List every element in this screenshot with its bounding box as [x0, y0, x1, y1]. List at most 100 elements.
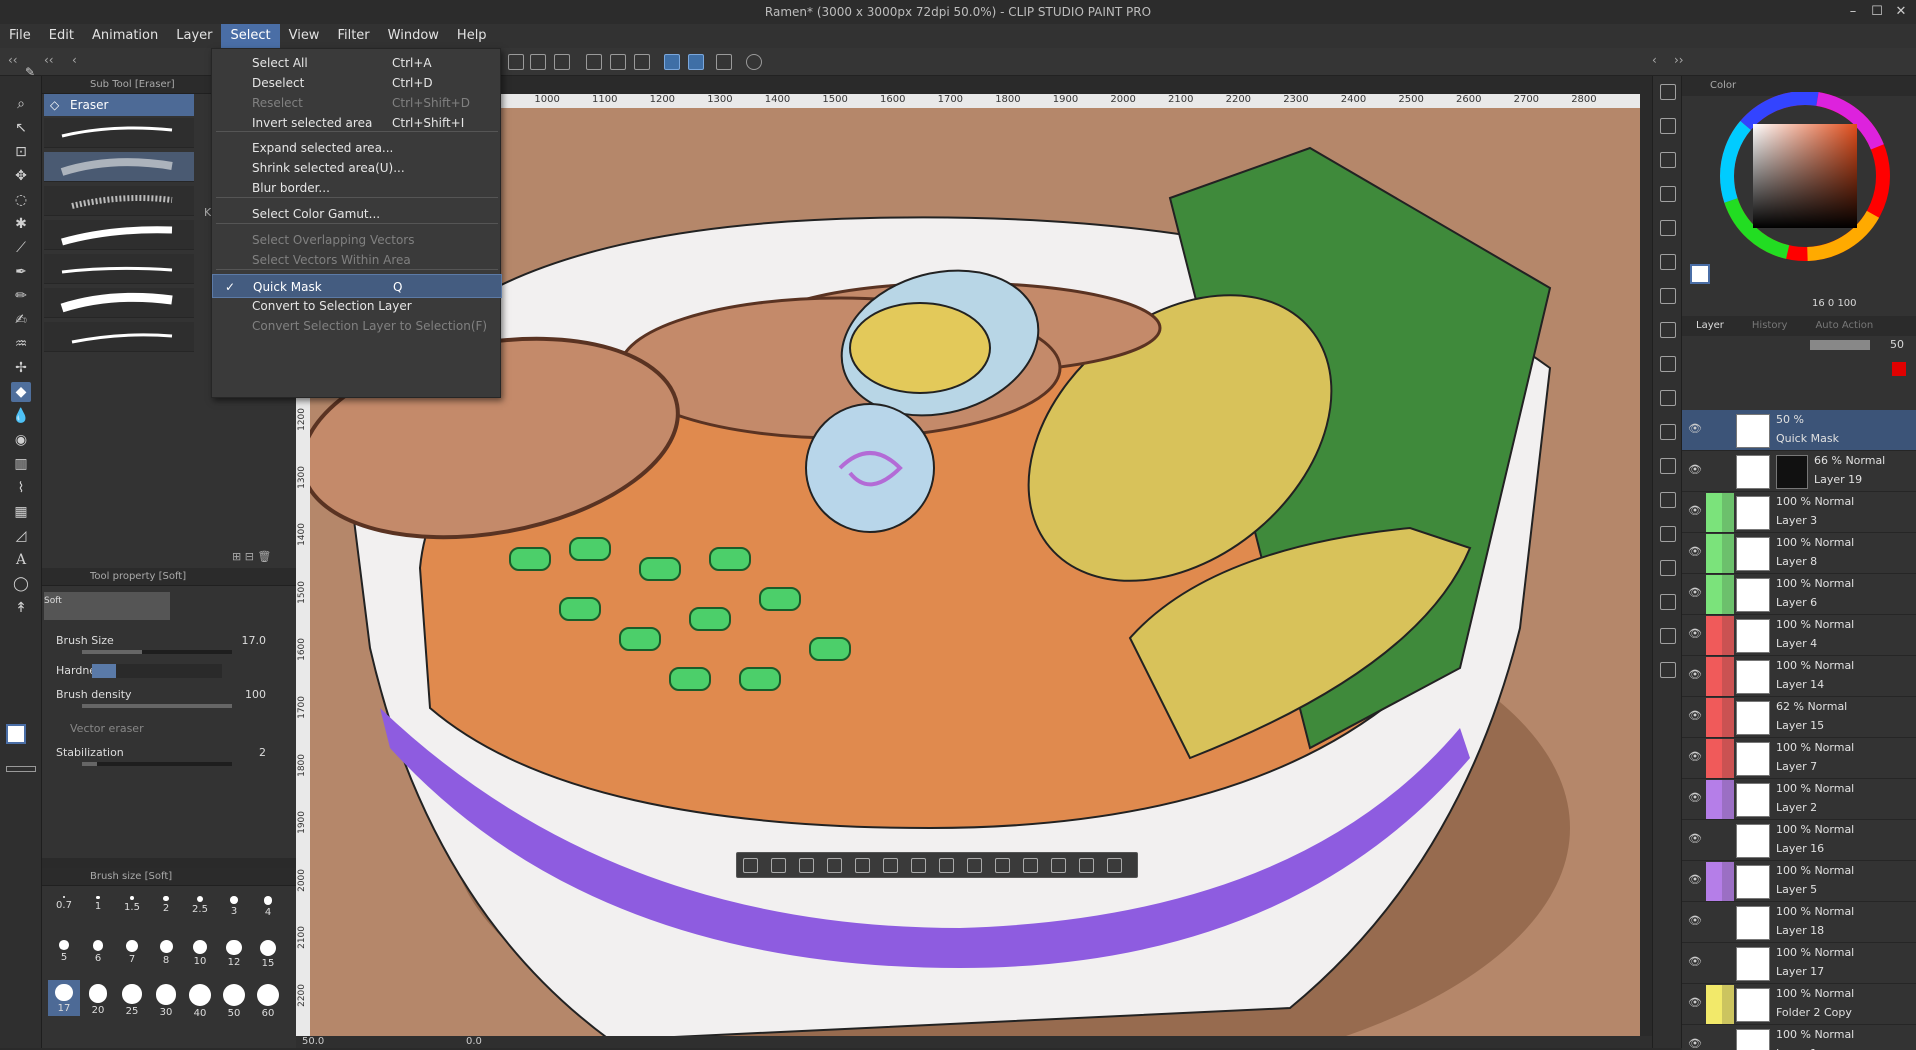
layer-opacity-value[interactable]: 50: [1890, 338, 1904, 351]
layer-row[interactable]: 👁 100 % Normal Layer 18: [1682, 902, 1916, 943]
blend-tool-icon[interactable]: 💧: [11, 406, 31, 426]
layer-tab-2[interactable]: Auto Action: [1801, 316, 1887, 336]
brush-size-option[interactable]: 40: [184, 980, 216, 1019]
transform-icon[interactable]: [554, 54, 570, 70]
ramen-artwork[interactable]: [310, 108, 1640, 1040]
layer-tab-1[interactable]: History: [1738, 316, 1802, 336]
balloon-tool-icon[interactable]: ◯: [11, 574, 31, 594]
subtool-group-eraser[interactable]: ◇ Eraser: [44, 94, 194, 116]
visibility-eye-icon[interactable]: 👁: [1688, 545, 1702, 559]
side-panel-icon[interactable]: [1660, 424, 1676, 440]
layer-row[interactable]: 👁 100 % Normal Folder 2 Copy: [1682, 984, 1916, 1025]
color-main-swatch[interactable]: [1690, 264, 1710, 284]
correct-line-tool-icon[interactable]: ↟: [11, 598, 31, 618]
eraser-preset-soft[interactable]: [44, 152, 194, 182]
menu-select[interactable]: Select: [221, 24, 280, 48]
side-panel-icon[interactable]: [1660, 288, 1676, 304]
decoration-tool-icon[interactable]: ✢: [11, 358, 31, 378]
brush-size-option[interactable]: 1.5: [116, 892, 148, 928]
menu-layer[interactable]: Layer: [167, 24, 221, 48]
visibility-eye-icon[interactable]: 👁: [1688, 996, 1702, 1010]
eraser-preset-snap[interactable]: [44, 254, 194, 284]
layer-row[interactable]: 👁 66 % Normal Layer 19: [1682, 451, 1916, 492]
selection-launcher-icon[interactable]: [1107, 858, 1122, 873]
visibility-eye-icon[interactable]: 👁: [1688, 586, 1702, 600]
text-tool-icon[interactable]: A: [11, 550, 31, 570]
zoom-tool-icon[interactable]: ⌕: [11, 94, 31, 114]
brush-size-option[interactable]: 5: [48, 936, 80, 972]
auto-select-tool-icon[interactable]: ✱: [11, 214, 31, 234]
brush-size-slider[interactable]: [82, 650, 232, 654]
eraser-preset-hard[interactable]: [44, 118, 194, 148]
side-panel-icon[interactable]: [1660, 356, 1676, 372]
side-panel-icon[interactable]: [1660, 390, 1676, 406]
select-menu-item-6[interactable]: Blur border...: [212, 176, 502, 200]
visibility-eye-icon[interactable]: 👁: [1688, 873, 1702, 887]
figure-tool-icon[interactable]: ⌇: [11, 478, 31, 498]
menu-window[interactable]: Window: [379, 24, 448, 48]
brush-size-option[interactable]: 6: [82, 936, 114, 972]
move-tool-icon[interactable]: ✥: [11, 166, 31, 186]
selection-launcher-icon[interactable]: [1051, 858, 1066, 873]
visibility-eye-icon[interactable]: 👁: [1688, 627, 1702, 641]
pen-icon[interactable]: ✒: [11, 262, 31, 282]
main-color-swatch[interactable]: [6, 724, 26, 744]
stabilization-slider[interactable]: [82, 762, 232, 766]
selection-launcher-icon[interactable]: [967, 858, 982, 873]
brush-size-option[interactable]: 10: [184, 936, 216, 972]
side-panel-icon[interactable]: [1660, 322, 1676, 338]
brush-size-option[interactable]: 4: [252, 892, 284, 928]
fill-tool-icon[interactable]: ◉: [11, 430, 31, 450]
brush-size-option[interactable]: 30: [150, 980, 182, 1018]
eraser-preset-vector[interactable]: [44, 220, 194, 250]
eraser-tool-icon[interactable]: ◆: [11, 382, 31, 402]
close-button[interactable]: ✕: [1890, 0, 1912, 24]
right-panel-back-icon[interactable]: ‹: [1652, 53, 1657, 67]
brush-density-row[interactable]: Brush density 100: [52, 686, 292, 714]
layer-tab-0[interactable]: Layer: [1682, 316, 1738, 336]
eyedropper-tool-icon[interactable]: ⟋: [11, 238, 31, 258]
side-panel-icon[interactable]: [1660, 84, 1676, 100]
pen-tool-icon[interactable]: ✎: [20, 62, 40, 82]
layer-row[interactable]: 👁100 % NormalLayer 1: [1682, 1025, 1916, 1050]
hardness-slider[interactable]: [92, 664, 222, 678]
frame-tool-icon[interactable]: ▦: [11, 502, 31, 522]
selection-launcher-icon[interactable]: [855, 858, 870, 873]
brush-size-option[interactable]: 7: [116, 936, 148, 972]
eraser-preset-rough-edge[interactable]: [44, 322, 194, 352]
layer-row[interactable]: 👁 100 % Normal Layer 16: [1682, 820, 1916, 861]
side-panel-icon[interactable]: [1660, 220, 1676, 236]
menu-animation[interactable]: Animation: [83, 24, 167, 48]
visibility-eye-icon[interactable]: 👁: [1688, 955, 1702, 969]
ruler-tool-icon[interactable]: ◿: [11, 526, 31, 546]
side-panel-icon[interactable]: [1660, 594, 1676, 610]
brush-size-option[interactable]: 15: [252, 936, 284, 972]
menu-edit[interactable]: Edit: [40, 24, 83, 48]
eraser-preset-rough[interactable]: [44, 186, 194, 216]
selection-launcher-icon[interactable]: [911, 858, 926, 873]
selection-tool-icon[interactable]: ◌: [11, 190, 31, 210]
snap-ruler-icon[interactable]: [586, 54, 602, 70]
brush-size-option[interactable]: 3: [218, 892, 250, 928]
pencil-tool-icon[interactable]: ✏: [11, 286, 31, 306]
brush-size-option[interactable]: 0.7: [48, 892, 80, 928]
selection-launcher-icon[interactable]: [1023, 858, 1038, 873]
layer-row[interactable]: 👁 100 % Normal Layer 3: [1682, 492, 1916, 533]
layer-row[interactable]: 👁 62 % Normal Layer 15: [1682, 697, 1916, 738]
stabilize-icon[interactable]: [664, 54, 680, 70]
visibility-eye-icon[interactable]: 👁: [1688, 422, 1702, 436]
selection-launcher-icon[interactable]: [1079, 858, 1094, 873]
visibility-eye-icon[interactable]: 👁: [1688, 750, 1702, 764]
show-grid-icon[interactable]: [508, 54, 524, 70]
layer-color-swatch[interactable]: [1892, 362, 1906, 376]
selection-launcher-icon[interactable]: [995, 858, 1010, 873]
pen-settings-icon[interactable]: [716, 54, 732, 70]
brush-size-option[interactable]: 2: [150, 892, 182, 928]
selection-launcher-icon[interactable]: [771, 858, 786, 873]
layer-row[interactable]: 👁 50 % Quick Mask: [1682, 410, 1916, 451]
side-panel-icon[interactable]: [1660, 186, 1676, 202]
side-panel-icon[interactable]: [1660, 662, 1676, 678]
panel-toggle-icon[interactable]: ‹‹: [8, 53, 18, 67]
brush-size-option[interactable]: 1: [82, 892, 114, 928]
brush-size-option[interactable]: 50: [218, 980, 250, 1019]
